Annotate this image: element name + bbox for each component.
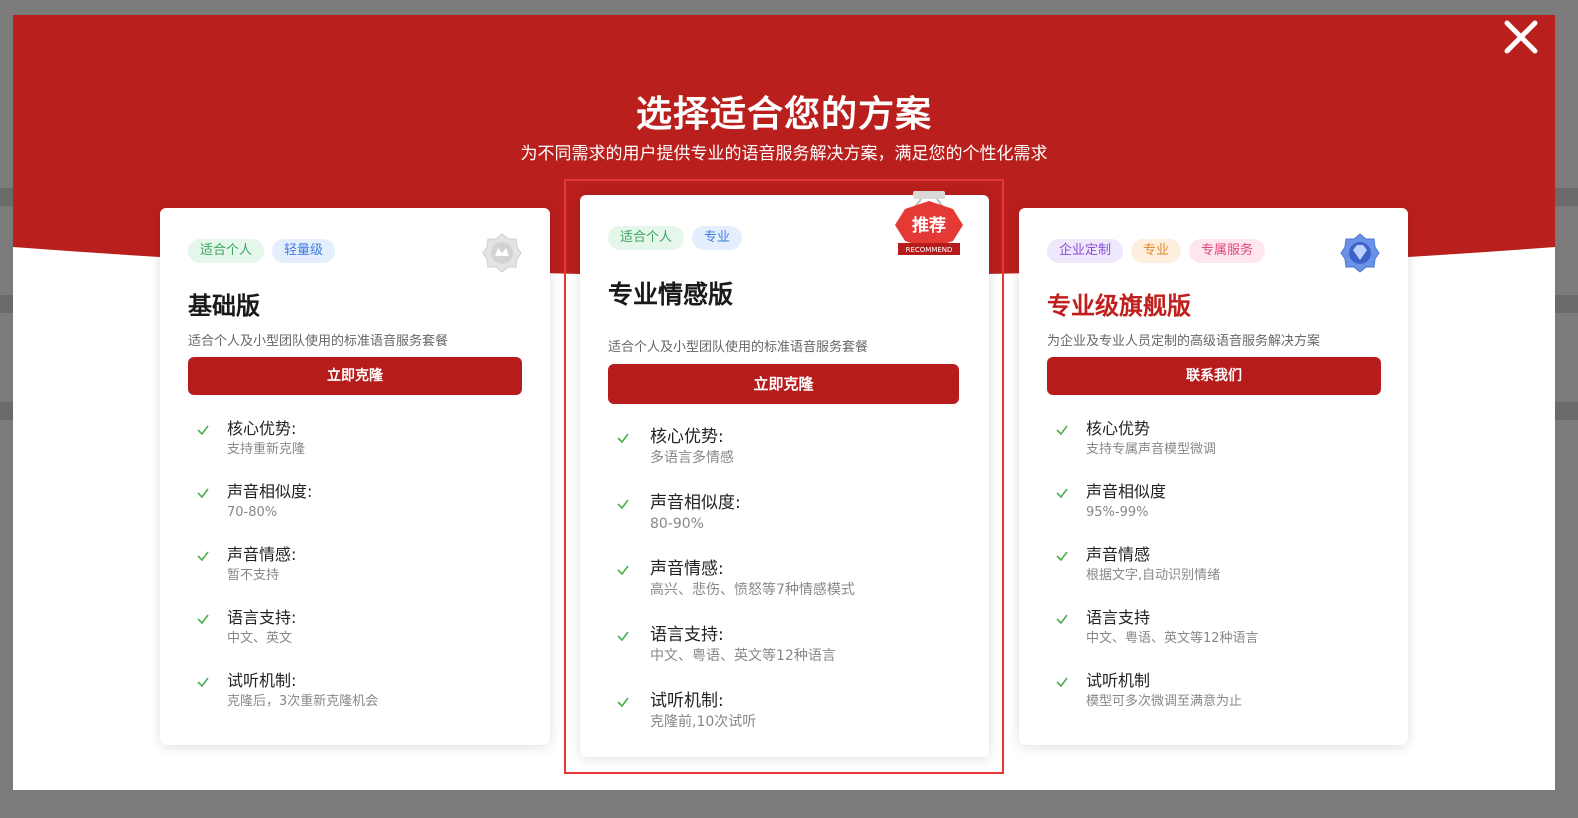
feature-item: 声音相似度: 80-90% bbox=[608, 492, 969, 558]
feature-value: 95%-99% bbox=[1086, 505, 1149, 520]
check-icon bbox=[617, 697, 629, 708]
feature-label: 核心优势: bbox=[650, 427, 724, 447]
feature-label: 声音情感: bbox=[650, 559, 724, 579]
feature-label: 试听机制: bbox=[650, 691, 724, 711]
feature-item: 语言支持: 中文、英文 bbox=[188, 607, 530, 670]
feature-value: 中文、粤语、英文等12种语言 bbox=[650, 648, 836, 664]
plan-name: 基础版 bbox=[188, 292, 260, 320]
feature-label: 声音情感 bbox=[1086, 545, 1151, 564]
feature-item: 试听机制: 克隆后，3次重新克隆机会 bbox=[188, 670, 530, 733]
feature-label: 声音情感: bbox=[227, 545, 297, 564]
plan-tag: 轻量级 bbox=[272, 239, 336, 263]
feature-item: 声音相似度: 70-80% bbox=[188, 481, 530, 544]
feature-value: 70-80% bbox=[227, 505, 278, 520]
feature-label: 核心优势 bbox=[1086, 419, 1151, 438]
feature-value: 支持重新克隆 bbox=[227, 442, 306, 457]
feature-value: 暂不支持 bbox=[227, 568, 280, 583]
feature-label: 语言支持: bbox=[650, 625, 724, 645]
feature-item: 声音情感 根据文字,自动识别情绪 bbox=[1047, 544, 1388, 607]
plan-name: 专业级旗舰版 bbox=[1047, 292, 1191, 320]
feature-list: 核心优势: 多语言多情感 声音相似度: 80-90% 声音情感: 高兴、悲伤、愤… bbox=[608, 426, 969, 756]
feature-item: 语言支持: 中文、粤语、英文等12种语言 bbox=[608, 624, 969, 690]
pricing-modal: 选择适合您的方案 为不同需求的用户提供专业的语音服务解决方案，满足您的个性化需求… bbox=[13, 15, 1555, 790]
feature-value: 80-90% bbox=[650, 516, 704, 532]
check-icon bbox=[197, 677, 209, 688]
svg-text:推荐: 推荐 bbox=[912, 215, 946, 236]
plan-tag: 企业定制 bbox=[1047, 239, 1124, 263]
check-icon bbox=[1056, 614, 1068, 625]
plan-tag: 专属服务 bbox=[1189, 239, 1266, 263]
check-icon bbox=[197, 488, 209, 499]
diamond-medal-icon bbox=[1340, 233, 1380, 273]
plan-tag: 专业 bbox=[692, 226, 743, 250]
feature-item: 试听机制: 克隆前,10次试听 bbox=[608, 690, 969, 756]
feature-label: 试听机制 bbox=[1086, 671, 1151, 690]
feature-label: 声音相似度 bbox=[1086, 482, 1167, 501]
feature-label: 语言支持: bbox=[227, 608, 297, 627]
silver-medal-icon bbox=[482, 233, 522, 273]
feature-item: 声音情感: 暂不支持 bbox=[188, 544, 530, 607]
check-icon bbox=[617, 499, 629, 510]
feature-item: 核心优势: 支持重新克隆 bbox=[188, 418, 530, 481]
feature-value: 模型可多次微调至满意为止 bbox=[1086, 694, 1243, 709]
feature-value: 多语言多情感 bbox=[650, 450, 734, 466]
feature-list: 核心优势: 支持重新克隆 声音相似度: 70-80% 声音情感: 暂不支持 语言… bbox=[188, 418, 530, 733]
feature-list: 核心优势 支持专属声音模型微调 声音相似度 95%-99% 声音情感 根据文字,… bbox=[1047, 418, 1388, 733]
check-icon bbox=[197, 425, 209, 436]
plan-tags: 适合个人 专业 bbox=[608, 226, 743, 250]
plan-tag: 适合个人 bbox=[188, 239, 265, 263]
plan-tag: 适合个人 bbox=[608, 226, 685, 250]
feature-value: 中文、粤语、英文等12种语言 bbox=[1086, 631, 1259, 646]
close-icon bbox=[1504, 20, 1538, 54]
check-icon bbox=[1056, 425, 1068, 436]
feature-value: 根据文字,自动识别情绪 bbox=[1086, 568, 1221, 583]
feature-value: 支持专属声音模型微调 bbox=[1086, 442, 1217, 457]
feature-item: 声音情感: 高兴、悲伤、愤怒等7种情感模式 bbox=[608, 558, 969, 624]
plan-description: 适合个人及小型团队使用的标准语音服务套餐 bbox=[608, 340, 869, 355]
check-icon bbox=[1056, 488, 1068, 499]
check-icon bbox=[1056, 551, 1068, 562]
plan-card-pro: 适合个人 专业 推荐 RECOMMEND 专业情感版 适合个人及小型团队使用的标… bbox=[580, 191, 989, 757]
feature-label: 核心优势: bbox=[227, 419, 297, 438]
feature-item: 核心优势 支持专属声音模型微调 bbox=[1047, 418, 1388, 481]
plan-card-basic: 适合个人 轻量级 基础版 适合个人及小型团队使用的标准语音服务套餐 立即克隆 核… bbox=[160, 208, 550, 745]
feature-item: 声音相似度 95%-99% bbox=[1047, 481, 1388, 544]
recommend-badge-icon: 推荐 RECOMMEND bbox=[895, 191, 963, 255]
modal-title: 选择适合您的方案 bbox=[635, 94, 932, 135]
feature-label: 试听机制: bbox=[227, 671, 297, 690]
feature-label: 声音相似度: bbox=[227, 482, 313, 501]
check-icon bbox=[617, 433, 629, 444]
check-icon bbox=[617, 631, 629, 642]
check-icon bbox=[197, 551, 209, 562]
plan-card-flagship: 企业定制 专业 专属服务 专业级旗舰版 为企业及专业人员定制的高级语音服务解决方… bbox=[1019, 208, 1408, 745]
feature-value: 克隆前,10次试听 bbox=[650, 714, 757, 730]
feature-item: 核心优势: 多语言多情感 bbox=[608, 426, 969, 492]
clone-now-button[interactable]: 立即克隆 bbox=[188, 357, 522, 395]
feature-value: 克隆后，3次重新克隆机会 bbox=[227, 694, 379, 709]
check-icon bbox=[197, 614, 209, 625]
svg-text:RECOMMEND: RECOMMEND bbox=[906, 246, 953, 254]
feature-item: 试听机制 模型可多次微调至满意为止 bbox=[1047, 670, 1388, 733]
contact-us-button[interactable]: 联系我们 bbox=[1047, 357, 1381, 395]
plan-description: 适合个人及小型团队使用的标准语音服务套餐 bbox=[188, 334, 449, 349]
plan-tags: 企业定制 专业 专属服务 bbox=[1047, 239, 1266, 263]
clone-now-button[interactable]: 立即克隆 bbox=[608, 364, 959, 404]
plan-name: 专业情感版 bbox=[608, 280, 734, 309]
feature-item: 语言支持 中文、粤语、英文等12种语言 bbox=[1047, 607, 1388, 670]
plan-description: 为企业及专业人员定制的高级语音服务解决方案 bbox=[1047, 334, 1321, 349]
check-icon bbox=[1056, 677, 1068, 688]
plan-tag: 专业 bbox=[1131, 239, 1182, 263]
plan-tags: 适合个人 轻量级 bbox=[188, 239, 336, 263]
feature-value: 高兴、悲伤、愤怒等7种情感模式 bbox=[650, 582, 855, 598]
check-icon bbox=[617, 565, 629, 576]
feature-label: 语言支持 bbox=[1086, 608, 1151, 627]
feature-label: 声音相似度: bbox=[650, 493, 741, 513]
feature-value: 中文、英文 bbox=[227, 631, 293, 646]
modal-subtitle: 为不同需求的用户提供专业的语音服务解决方案，满足您的个性化需求 bbox=[520, 144, 1048, 164]
close-button[interactable] bbox=[1501, 17, 1541, 57]
